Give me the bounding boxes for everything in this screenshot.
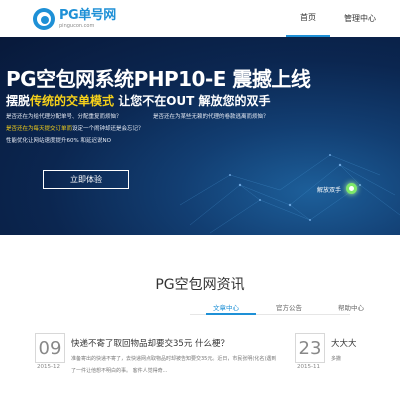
tab-article-center[interactable]: 文章中心 (213, 302, 239, 312)
free-hands-label: 解放双手 (317, 187, 342, 194)
news-date-month: 2015-12 (37, 364, 60, 370)
nav-admin-center[interactable]: 管理中心 (330, 0, 390, 37)
active-tab-indicator (206, 313, 256, 315)
banner-question-2: 是否还在为某些无赖的代理的卷款逃离而烦恼？ (153, 114, 269, 120)
news-summary: 准备寄出的快递不寄了，去快递网点取物品时却被告知要交35元。近日，市民张明(化名… (71, 356, 277, 374)
logo-url: pingucon.com (59, 23, 95, 29)
tab-help-center[interactable]: 帮助中心 (338, 302, 364, 312)
news-title[interactable]: 快递不寄了取回物品却要交35元 什么梗？ (71, 337, 229, 349)
banner-question-1: 是否还在为给代理分配单号、分配重复而烦恼？ (6, 114, 122, 120)
banner-network-lines (180, 154, 400, 234)
main-nav: 首页 管理中心 (286, 0, 390, 37)
banner-title: PG空包网系统PHP10-E 震撼上线 (6, 67, 311, 91)
banner-subtitle: 摆脱传统的交单模式 让您不在OUT 解放您的双手 (6, 94, 271, 108)
site-logo[interactable]: PG单号网 pingucon.com (33, 5, 116, 33)
news-date-month: 2015-11 (297, 364, 320, 370)
nav-home[interactable]: 首页 (286, 0, 330, 37)
try-now-button[interactable]: 立即体验 (43, 170, 129, 189)
news-section-title: PG空包网资讯 (155, 277, 245, 293)
banner-question-3: 是否还在为每天提交订单而设定一个闹钟却还是会忘记？ (6, 126, 144, 132)
news-summary: 多撒 (331, 356, 342, 362)
news-date-day: 23 (295, 333, 325, 363)
logo-icon (33, 8, 55, 30)
logo-name: PG单号网 (59, 8, 116, 23)
tab-official-notice[interactable]: 官方公告 (276, 302, 302, 312)
glow-dot-icon (346, 183, 357, 194)
banner-performance-note: 性能优化让网站速度提升60% 和延迟说NO (6, 138, 111, 144)
hero-banner: PG空包网系统PHP10-E 震撼上线 摆脱传统的交单模式 让您不在OUT 解放… (0, 37, 400, 235)
site-header: PG单号网 pingucon.com 首页 管理中心 (0, 0, 400, 37)
news-date-day: 09 (35, 333, 65, 363)
news-title[interactable]: 大大大 (331, 337, 357, 349)
